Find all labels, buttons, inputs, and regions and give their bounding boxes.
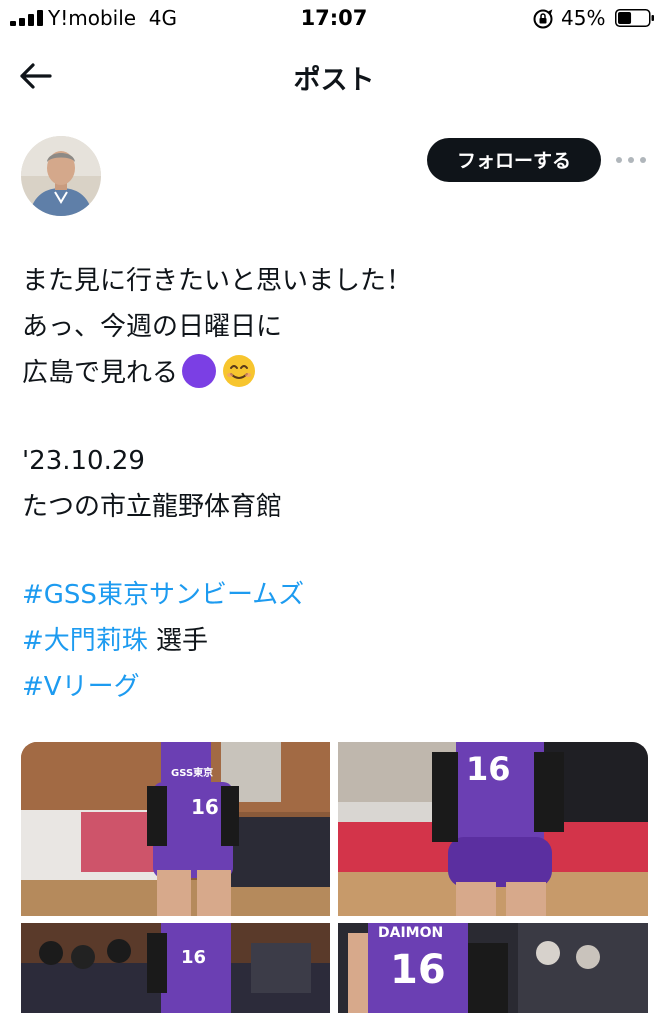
jersey-number: 16 bbox=[191, 795, 219, 819]
media-grid: GSS東京 16 16 16 DAIMON 16 bbox=[21, 742, 648, 1013]
hashtag-link[interactable]: #Vリーグ bbox=[22, 672, 140, 702]
follow-button[interactable]: フォローする bbox=[427, 138, 601, 182]
avatar[interactable] bbox=[21, 136, 101, 216]
jersey-number: 16 bbox=[390, 947, 446, 993]
jersey-text: GSS東京 bbox=[171, 766, 213, 779]
post-date: '23.10.29 bbox=[22, 446, 145, 476]
hashtag-link[interactable]: #GSS東京サンビームズ bbox=[22, 580, 304, 610]
photo-image: GSS東京 16 bbox=[21, 742, 330, 916]
hashtag-line: #GSS東京サンビームズ bbox=[22, 572, 652, 618]
jersey-name: DAIMON bbox=[378, 925, 443, 941]
battery-percent: 45% bbox=[561, 6, 606, 30]
header: ポスト bbox=[0, 40, 668, 112]
hashtag-line: #大門莉珠 選手 bbox=[22, 618, 652, 664]
more-options-icon[interactable] bbox=[616, 150, 646, 170]
photo-4[interactable]: DAIMON 16 bbox=[338, 923, 648, 1013]
post-line: 広島で見れる bbox=[22, 358, 179, 388]
purple-circle-emoji bbox=[182, 354, 217, 388]
photo-2[interactable]: 16 bbox=[338, 742, 648, 916]
photo-3[interactable]: 16 bbox=[21, 923, 330, 1013]
post-line-with-emoji: 広島で見れる bbox=[22, 350, 652, 396]
jersey-number: 16 bbox=[181, 947, 206, 968]
battery-icon bbox=[615, 9, 654, 27]
hashtag-link[interactable]: #大門莉珠 bbox=[22, 626, 148, 656]
post-line: また見に行きたいと思いました！ bbox=[22, 266, 413, 296]
hashtag-line: #Vリーグ bbox=[22, 664, 652, 710]
smiling-face-emoji bbox=[223, 355, 256, 387]
photo-1[interactable]: GSS東京 16 bbox=[21, 742, 330, 916]
status-bar: Y!mobile 4G 17:07 45% bbox=[0, 0, 668, 40]
post-venue: たつの市立龍野体育館 bbox=[22, 492, 283, 522]
orientation-lock-icon bbox=[533, 9, 553, 29]
hashtag-suffix: 選手 bbox=[147, 626, 209, 656]
page-title: ポスト bbox=[293, 65, 375, 96]
avatar-image bbox=[21, 136, 101, 216]
photo-image: 16 bbox=[21, 923, 330, 1013]
jersey-number: 16 bbox=[466, 750, 511, 788]
photo-image: 16 bbox=[338, 742, 648, 916]
post-body: また見に行きたいと思いました！ あっ、今週の日曜日に 広島で見れる '23.10… bbox=[22, 258, 652, 710]
post-line: あっ、今週の日曜日に bbox=[22, 312, 283, 342]
photo-image: DAIMON 16 bbox=[338, 923, 648, 1013]
